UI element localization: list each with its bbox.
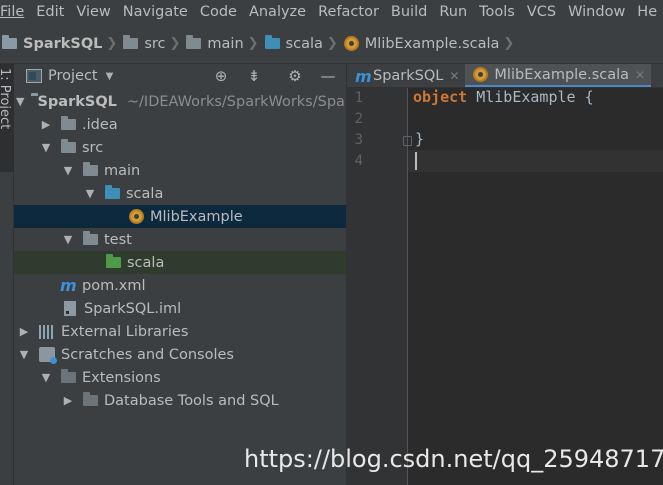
source-folder-icon — [264, 35, 280, 49]
chevron-right-icon[interactable]: ▶ — [38, 118, 54, 131]
line-number: 4 — [354, 153, 363, 169]
maven-icon: m — [355, 66, 372, 86]
tree-item-extensions[interactable]: ▼ Extensions — [14, 366, 346, 389]
project-panel-header: Project ▼ ⊕ ⇟ ⚙ — — [14, 64, 346, 88]
menu-refactor[interactable]: Refactor — [311, 0, 384, 24]
line-number: 1 — [354, 90, 363, 106]
close-icon[interactable]: ✕ — [449, 69, 459, 83]
folder-icon — [83, 392, 98, 406]
code-line-1: object MlibExample { — [413, 88, 594, 106]
chevron-right-icon: ❯ — [169, 36, 181, 51]
tree-item-mlibexample[interactable]: MlibExample — [14, 205, 346, 228]
tree-item-sparksql[interactable]: ▼ SparkSQL ~/IDEAWorks/SparkWorks/SparkS… — [14, 90, 346, 113]
tree-item-iml[interactable]: SparkSQL.iml — [14, 297, 346, 320]
project-folder-icon — [2, 35, 17, 49]
folder-icon — [61, 369, 76, 383]
menu-bar: File Edit View Navigate Code Analyze Ref… — [0, 0, 663, 24]
breadcrumb-main[interactable]: main ❯ — [186, 35, 264, 52]
scala-object-icon — [473, 67, 489, 82]
menu-navigate[interactable]: Navigate — [116, 0, 193, 24]
folder-icon — [83, 162, 98, 176]
chevron-right-icon[interactable]: ▶ — [16, 325, 32, 338]
chevron-down-icon[interactable]: ▼ — [16, 348, 32, 361]
folder-icon — [83, 231, 98, 245]
project-view-selector[interactable]: Project ▼ — [26, 68, 113, 84]
chevron-down-icon[interactable]: ▼ — [60, 164, 76, 177]
locate-icon[interactable]: ⊕ — [212, 66, 230, 86]
chevron-down-icon[interactable]: ▼ — [38, 371, 54, 384]
gear-icon[interactable]: ⚙ — [286, 66, 304, 86]
hide-icon[interactable]: — — [319, 66, 337, 86]
tree-item-scratches[interactable]: ▼ Scratches and Consoles — [14, 343, 346, 366]
libraries-icon — [39, 324, 55, 339]
chevron-right-icon: ❯ — [247, 36, 259, 51]
tree-item-main[interactable]: ▼ main — [14, 159, 346, 182]
project-tool-tab[interactable]: 1: Project — [0, 64, 14, 172]
left-tool-strip: 1: Project — [0, 64, 14, 485]
chevron-right-icon: ❯ — [503, 36, 515, 51]
tab-sparksql[interactable]: m SparkSQL ✕ — [347, 64, 465, 87]
watermark: https://blog.csdn.net/qq_25948717 — [244, 445, 663, 473]
tree-item-external-libraries[interactable]: ▶ External Libraries — [14, 320, 346, 343]
chevron-right-icon: ❯ — [106, 36, 118, 51]
test-folder-icon — [106, 254, 121, 268]
chevron-right-icon[interactable]: ▶ — [60, 394, 76, 407]
line-number: 2 — [354, 111, 363, 127]
chevron-down-icon[interactable]: ▼ — [38, 141, 54, 154]
source-folder-icon — [105, 185, 120, 199]
code-line-3: } — [415, 130, 425, 148]
collapse-all-icon[interactable]: ⇟ — [245, 66, 263, 86]
tree-item-test-scala[interactable]: scala — [14, 251, 346, 274]
scala-object-icon — [129, 209, 144, 224]
text-caret — [415, 152, 417, 170]
code-editor[interactable]: 1 2 3 4 object MlibExample { } — [347, 88, 663, 485]
iml-file-icon — [64, 301, 76, 316]
close-icon[interactable]: ✕ — [635, 68, 645, 82]
line-number-gutter: 1 2 3 4 — [347, 88, 408, 485]
menu-help[interactable]: He — [630, 0, 662, 24]
tree-item-pom[interactable]: m pom.xml — [14, 274, 346, 297]
menu-vcs[interactable]: VCS — [520, 0, 561, 24]
menu-code[interactable]: Code — [193, 0, 242, 24]
chevron-down-icon[interactable]: ▼ — [60, 233, 76, 246]
project-icon — [26, 69, 42, 83]
folder-icon — [186, 35, 202, 49]
folder-icon — [61, 139, 76, 153]
scala-object-icon — [343, 36, 359, 51]
menu-window[interactable]: Window — [561, 0, 630, 24]
tree-item-database-tools[interactable]: ▶ Database Tools and SQL — [14, 389, 346, 412]
tree-item-src[interactable]: ▼ src — [14, 136, 346, 159]
chevron-down-icon: ▼ — [105, 70, 114, 82]
line-number: 3 — [354, 132, 363, 148]
menu-build[interactable]: Build — [384, 0, 432, 24]
chevron-right-icon: ❯ — [326, 36, 338, 51]
chevron-down-icon[interactable]: ▼ — [16, 95, 24, 108]
menu-run[interactable]: Run — [432, 0, 472, 24]
folder-icon — [123, 35, 139, 49]
tree-item-main-scala[interactable]: ▼ scala — [14, 182, 346, 205]
maven-icon: m — [60, 276, 77, 295]
folder-icon — [61, 116, 76, 130]
editor-tab-bar: m SparkSQL ✕ MlibExample.scala ✕ — [347, 64, 663, 88]
chevron-down-icon[interactable]: ▼ — [82, 187, 98, 200]
project-panel: Project ▼ ⊕ ⇟ ⚙ — ▼ SparkSQL ~/IDEAWorks… — [14, 64, 347, 485]
current-line-highlight — [408, 150, 663, 172]
tree-item-test[interactable]: ▼ test — [14, 228, 346, 251]
menu-file[interactable]: File — [0, 0, 29, 24]
tab-mlibexample[interactable]: MlibExample.scala ✕ — [465, 64, 652, 87]
scratches-icon — [39, 347, 57, 364]
breadcrumb-src[interactable]: src ❯ — [123, 35, 186, 52]
menu-edit[interactable]: Edit — [29, 0, 69, 24]
tree-item-idea[interactable]: ▶ .idea — [14, 113, 346, 136]
breadcrumb-scala[interactable]: scala ❯ — [264, 35, 344, 52]
menu-tools[interactable]: Tools — [472, 0, 520, 24]
breadcrumb-file[interactable]: MlibExample.scala ❯ — [343, 36, 521, 52]
breadcrumb: SparkSQL ❯ src ❯ main ❯ scala ❯ MlibExam… — [0, 24, 663, 64]
menu-view[interactable]: View — [69, 0, 115, 24]
breadcrumb-project[interactable]: SparkSQL ❯ — [2, 35, 123, 52]
fold-marker-icon[interactable] — [403, 136, 412, 146]
menu-analyze[interactable]: Analyze — [242, 0, 311, 24]
